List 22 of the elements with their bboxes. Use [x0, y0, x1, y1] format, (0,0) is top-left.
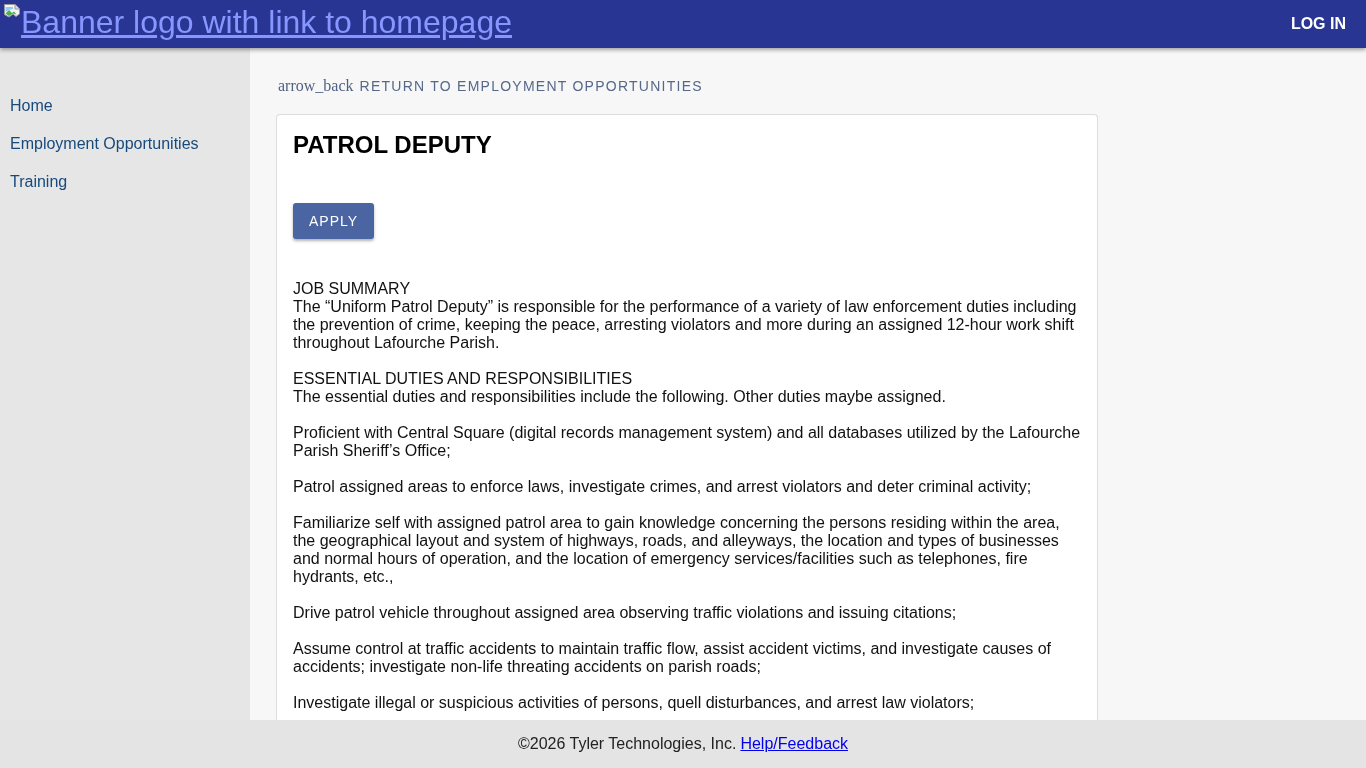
copyright-text: ©2026 Tyler Technologies, Inc. [517, 735, 737, 753]
return-link[interactable]: RETURN TO EMPLOYMENT OPPORTUNITIES [359, 78, 703, 94]
login-button[interactable]: LOG IN [1290, 14, 1346, 34]
paragraph: Assume control at traffic accidents to maintain traffic flow, assist accident victims, and investigate causes of accidents; investigate non-life threating accidents on parish roads; [293, 640, 1052, 676]
sidebar-link[interactable]: Home [0, 87, 53, 125]
paragraph: Familiarize self with assigned patrol area to gain knowledge concerning the persons residing within the area, the geographical layout and system of highways, roads, and alleyways, the location and types of businesses and normal hours of operation, and the location of emergency services/facilities such as telephones, fire hydrants, etc., [293, 514, 1061, 586]
sidebar-link[interactable]: Employment Opportunities [0, 125, 199, 163]
paragraph: Patrol assigned areas to enforce laws, investigate crimes, and arrest violators and deter criminal activity; [293, 478, 1033, 496]
paragraph: Proficient with Central Square (digital records management system) and all databases utilized by the Lafourche Parish Sheriff’s Office; [293, 424, 1081, 460]
logo-link[interactable]: Banner logo with link to homepage [4, 4, 512, 41]
icon-fallback-text: arrow_back [278, 77, 354, 95]
section-heading: JOB SUMMARY [293, 280, 412, 298]
sidebar-link[interactable]: Training [0, 163, 68, 201]
paragraph: Drive patrol vehicle throughout assigned area observing traffic violations and issuing citations; [293, 604, 958, 622]
job-title: PATROL DEPUTY [293, 131, 493, 159]
apply-button[interactable]: APPLY [293, 203, 375, 239]
paragraph: Investigate illegal or suspicious activities of persons, quell disturbances, and arrest law violators; [293, 694, 976, 712]
section-heading: ESSENTIAL DUTIES AND RESPONSIBILITIES [293, 370, 634, 388]
paragraph: The “Uniform Patrol Deputy” is responsible for the performance of a variety of law enforcement duties including the prevention of crime, keeping the peace, arresting violators and more during an assigned 12-hour work shift throughout Lafourche Parish. [293, 298, 1078, 352]
paragraph: The essential duties and responsibilities include the following. Other duties maybe assigned. [293, 388, 947, 406]
help-feedback-link[interactable]: Help/Feedback [740, 735, 849, 753]
broken-image-icon [4, 4, 20, 20]
